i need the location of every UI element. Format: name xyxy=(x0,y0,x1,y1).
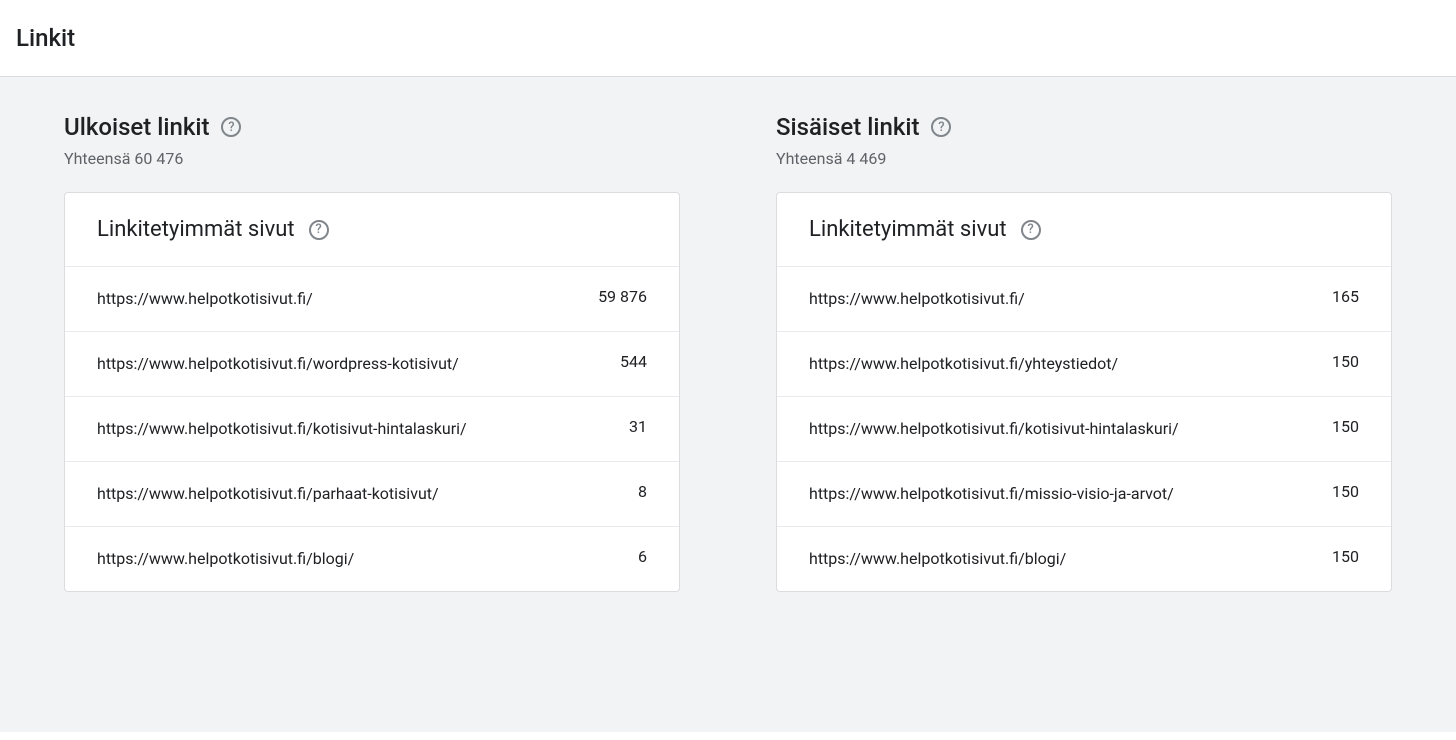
table-row[interactable]: https://www.helpotkotisivut.fi/kotisivut… xyxy=(777,396,1391,461)
internal-title-row: Sisäiset linkit ? xyxy=(776,113,1392,141)
internal-rows-container: https://www.helpotkotisivut.fi/165https:… xyxy=(777,266,1391,591)
internal-links-card: Linkitetyimmät sivut ? https://www.helpo… xyxy=(776,192,1392,592)
external-links-column: Ulkoiset linkit ? Yhteensä 60 476 Linkit… xyxy=(64,113,680,696)
row-url: https://www.helpotkotisivut.fi/blogi/ xyxy=(97,547,563,571)
external-links-subtitle: Yhteensä 60 476 xyxy=(64,149,680,168)
row-count: 165 xyxy=(1299,287,1359,306)
help-icon[interactable]: ? xyxy=(221,117,241,137)
row-count: 544 xyxy=(587,352,647,371)
internal-links-column: Sisäiset linkit ? Yhteensä 4 469 Linkite… xyxy=(776,113,1392,696)
table-row[interactable]: https://www.helpotkotisivut.fi/59 876 xyxy=(65,266,679,331)
page-title: Linkit xyxy=(16,24,1440,52)
row-count: 6 xyxy=(587,547,647,566)
external-links-card: Linkitetyimmät sivut ? https://www.helpo… xyxy=(64,192,680,592)
row-url: https://www.helpotkotisivut.fi/missio-vi… xyxy=(809,482,1275,506)
row-url: https://www.helpotkotisivut.fi/kotisivut… xyxy=(809,417,1275,441)
row-url: https://www.helpotkotisivut.fi/kotisivut… xyxy=(97,417,563,441)
table-row[interactable]: https://www.helpotkotisivut.fi/parhaat-k… xyxy=(65,461,679,526)
row-count: 150 xyxy=(1299,482,1359,501)
internal-card-title: Linkitetyimmät sivut xyxy=(809,217,1007,242)
row-url: https://www.helpotkotisivut.fi/ xyxy=(97,287,563,311)
table-row[interactable]: https://www.helpotkotisivut.fi/165 xyxy=(777,266,1391,331)
table-row[interactable]: https://www.helpotkotisivut.fi/missio-vi… xyxy=(777,461,1391,526)
row-count: 8 xyxy=(587,482,647,501)
table-row[interactable]: https://www.helpotkotisivut.fi/blogi/6 xyxy=(65,526,679,591)
row-url: https://www.helpotkotisivut.fi/blogi/ xyxy=(809,547,1275,571)
help-icon[interactable]: ? xyxy=(309,220,329,240)
row-url: https://www.helpotkotisivut.fi/parhaat-k… xyxy=(97,482,563,506)
help-icon[interactable]: ? xyxy=(1021,220,1041,240)
table-row[interactable]: https://www.helpotkotisivut.fi/yhteystie… xyxy=(777,331,1391,396)
row-count: 150 xyxy=(1299,547,1359,566)
internal-section-header: Sisäiset linkit ? Yhteensä 4 469 xyxy=(776,113,1392,168)
external-rows-container: https://www.helpotkotisivut.fi/59 876htt… xyxy=(65,266,679,591)
external-links-title: Ulkoiset linkit xyxy=(64,113,209,141)
help-icon[interactable]: ? xyxy=(931,117,951,137)
row-count: 150 xyxy=(1299,352,1359,371)
row-count: 59 876 xyxy=(587,287,647,306)
row-url: https://www.helpotkotisivut.fi/yhteystie… xyxy=(809,352,1275,376)
table-row[interactable]: https://www.helpotkotisivut.fi/kotisivut… xyxy=(65,396,679,461)
external-title-row: Ulkoiset linkit ? xyxy=(64,113,680,141)
internal-card-header: Linkitetyimmät sivut ? xyxy=(777,193,1391,266)
internal-links-subtitle: Yhteensä 4 469 xyxy=(776,149,1392,168)
row-count: 31 xyxy=(587,417,647,436)
external-section-header: Ulkoiset linkit ? Yhteensä 60 476 xyxy=(64,113,680,168)
table-row[interactable]: https://www.helpotkotisivut.fi/wordpress… xyxy=(65,331,679,396)
external-card-title: Linkitetyimmät sivut xyxy=(97,217,295,242)
internal-links-title: Sisäiset linkit xyxy=(776,113,919,141)
content-area: Ulkoiset linkit ? Yhteensä 60 476 Linkit… xyxy=(0,77,1456,732)
row-count: 150 xyxy=(1299,417,1359,436)
row-url: https://www.helpotkotisivut.fi/ xyxy=(809,287,1275,311)
row-url: https://www.helpotkotisivut.fi/wordpress… xyxy=(97,352,563,376)
page-header: Linkit xyxy=(0,0,1456,77)
table-row[interactable]: https://www.helpotkotisivut.fi/blogi/150 xyxy=(777,526,1391,591)
external-card-header: Linkitetyimmät sivut ? xyxy=(65,193,679,266)
